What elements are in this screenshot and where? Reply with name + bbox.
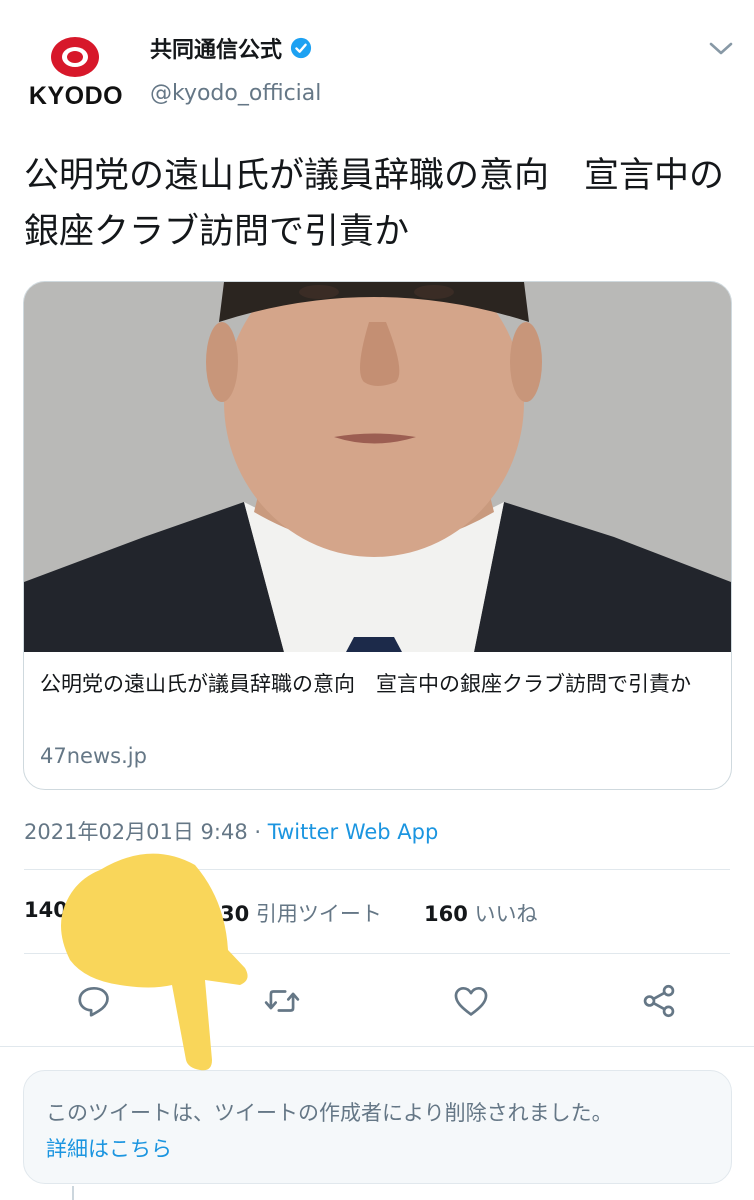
share-icon — [643, 984, 675, 1018]
thread-line — [72, 1186, 74, 1200]
retweet-button[interactable] — [263, 982, 301, 1020]
kyodo-logo-icon — [51, 37, 99, 77]
card-image[interactable] — [24, 282, 731, 652]
section-divider — [0, 1046, 754, 1047]
tweet-meta: 2021年02月01日 9:48 · Twitter Web App — [24, 816, 438, 846]
tweet-header: KYODO 共同通信公式 @kyodo_official — [0, 0, 754, 140]
retweet-icon — [264, 990, 300, 1012]
link-card[interactable]: 公明党の遠山氏が議員辞職の意向 宣言中の銀座クラブ訪問で引責か 47news.j… — [23, 281, 732, 790]
divider — [24, 953, 730, 954]
tweet-datetime[interactable]: 2021年02月01日 9:48 — [24, 820, 248, 844]
meta-separator: · — [247, 820, 268, 844]
tweet-text: 公明党の遠山氏が議員辞職の意向 宣言中の銀座クラブ訪問で引責か — [24, 156, 725, 252]
logo-text: KYODO — [28, 82, 124, 110]
notice-text: このツイートは、ツイートの作成者により削除されました。 — [46, 1101, 613, 1125]
deleted-tweet-notice: このツイートは、ツイートの作成者により削除されました。 詳細はこちら — [23, 1070, 732, 1184]
display-name[interactable]: 共同通信公式 — [150, 32, 282, 64]
reply-icon — [78, 986, 109, 1017]
verified-badge-icon — [290, 37, 312, 59]
quotes-stat[interactable]: 30 引用ツイート — [220, 898, 382, 928]
chevron-down-icon[interactable] — [706, 38, 736, 58]
quote-label: 引用ツイート — [255, 902, 382, 926]
divider — [24, 869, 730, 870]
account-avatar[interactable]: KYODO — [28, 36, 124, 116]
card-domain: 47news.jp — [40, 744, 147, 768]
like-button[interactable] — [452, 982, 490, 1020]
reply-button[interactable] — [75, 982, 113, 1020]
learn-more-link[interactable]: 詳細はこちら — [46, 1133, 172, 1163]
share-button[interactable] — [640, 982, 678, 1020]
quote-count: 30 — [220, 902, 250, 926]
card-title: 公明党の遠山氏が議員辞職の意向 宣言中の銀座クラブ訪問で引責か — [40, 672, 691, 696]
likes-stat[interactable]: 160 いいね — [424, 898, 538, 928]
likes-count: 160 — [424, 902, 468, 926]
tweet-stats: 140 30 引用ツイート 160 いいね — [24, 898, 730, 928]
account-handle[interactable]: @kyodo_official — [150, 81, 321, 106]
heart-icon — [454, 986, 488, 1016]
likes-label: いいね — [474, 902, 538, 926]
retweets-stat[interactable]: 140 — [24, 898, 68, 922]
retweets-count: 140 — [24, 898, 68, 922]
tweet-source[interactable]: Twitter Web App — [268, 820, 439, 844]
name-row: 共同通信公式 — [150, 32, 312, 64]
